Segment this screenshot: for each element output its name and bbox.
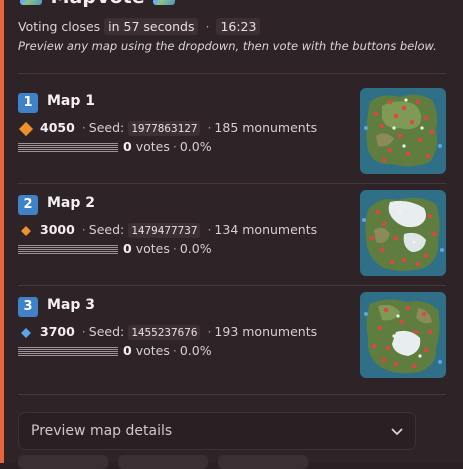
voting-closes-label: Voting closes xyxy=(18,19,101,34)
vote-button-3[interactable] xyxy=(218,455,308,469)
map-thumbnail xyxy=(360,88,446,174)
orange-diamond-icon xyxy=(18,121,34,136)
votes-label: votes xyxy=(135,343,170,358)
separator: · xyxy=(81,324,86,339)
world-map-icon xyxy=(20,0,42,5)
seed-value: 1455237676 xyxy=(128,325,201,340)
preview-dropdown-placeholder: Preview map details xyxy=(31,423,173,439)
monument-count: 134 monuments xyxy=(214,222,318,237)
instructions-text: Preview any map using the dropdown, then… xyxy=(18,39,437,53)
votes-label: votes xyxy=(135,241,170,256)
divider xyxy=(18,183,446,184)
map-title: Map 2 xyxy=(47,195,96,211)
vote-percent: 0.0% xyxy=(179,139,212,154)
map-option-1: 1 Map 1 4050 · Seed: 1977863127 · 185 monu… xyxy=(18,88,446,190)
vote-count: 0 xyxy=(123,343,132,358)
vote-progress-bar xyxy=(18,142,118,152)
map-option-3: 3 Map 3 3700 · Seed: 1455237676 · 193 monu… xyxy=(18,292,446,394)
monument-count: 185 monuments xyxy=(214,120,318,135)
map-cost: 3000 xyxy=(40,222,75,237)
voting-clock: 16:23 xyxy=(216,18,261,35)
seed-label: Seed: xyxy=(88,120,125,135)
separator: · xyxy=(205,19,210,34)
seed-label: Seed: xyxy=(88,222,125,237)
separator: · xyxy=(172,343,177,358)
voting-status: Voting closes in 57 seconds · 16:23 xyxy=(18,18,261,35)
divider xyxy=(18,394,446,395)
page-title: MapVote xyxy=(51,0,145,8)
chevron-down-icon xyxy=(391,428,403,435)
vote-percent: 0.0% xyxy=(179,241,212,256)
vote-progress-bar xyxy=(18,244,118,254)
monument-count: 193 monuments xyxy=(214,324,318,339)
separator: · xyxy=(81,120,86,135)
number-badge-1: 1 xyxy=(18,93,38,113)
separator: · xyxy=(81,222,86,237)
map-title: Map 3 xyxy=(47,297,96,313)
number-badge-3: 3 xyxy=(18,297,38,317)
embed-header: MapVote xyxy=(18,0,177,8)
small-orange-diamond-icon xyxy=(21,225,31,236)
map-stats: 3700 · Seed: 1455237676 · 193 monuments xyxy=(18,324,317,341)
vote-count: 0 xyxy=(123,139,132,154)
preview-map-dropdown[interactable]: Preview map details xyxy=(18,412,416,450)
map-title: Map 1 xyxy=(47,93,96,109)
world-map-icon xyxy=(153,0,176,5)
seed-value: 1479477737 xyxy=(128,223,201,238)
vote-summary: 0 votes · 0.0% xyxy=(18,139,212,154)
vote-count: 0 xyxy=(123,241,132,256)
separator: · xyxy=(207,222,212,237)
votes-label: votes xyxy=(135,139,170,154)
separator: · xyxy=(207,120,212,135)
map-option-2: 2 Map 2 3000 · Seed: 1479477737 · 134 monu… xyxy=(18,190,446,292)
small-blue-diamond-icon xyxy=(21,327,31,338)
seed-value: 1977863127 xyxy=(128,121,201,136)
divider xyxy=(18,73,446,74)
vote-percent: 0.0% xyxy=(179,343,212,358)
vote-button-2[interactable] xyxy=(118,455,208,469)
map-stats: 4050 · Seed: 1977863127 · 185 monuments xyxy=(18,120,317,137)
vote-progress-bar xyxy=(18,346,118,356)
vote-summary: 0 votes · 0.0% xyxy=(18,241,212,256)
map-thumbnail xyxy=(360,292,446,378)
seed-label: Seed: xyxy=(88,324,125,339)
map-stats: 3000 · Seed: 1479477737 · 134 monuments xyxy=(18,222,317,239)
separator: · xyxy=(207,324,212,339)
voting-time-left: in 57 seconds xyxy=(104,18,199,35)
divider xyxy=(18,285,446,286)
separator: · xyxy=(172,241,177,256)
separator: · xyxy=(172,139,177,154)
vote-button-1[interactable] xyxy=(18,455,108,469)
map-thumbnail xyxy=(360,190,446,276)
number-badge-2: 2 xyxy=(18,195,38,215)
map-cost: 4050 xyxy=(40,120,75,135)
map-cost: 3700 xyxy=(40,324,75,339)
vote-summary: 0 votes · 0.0% xyxy=(18,343,212,358)
